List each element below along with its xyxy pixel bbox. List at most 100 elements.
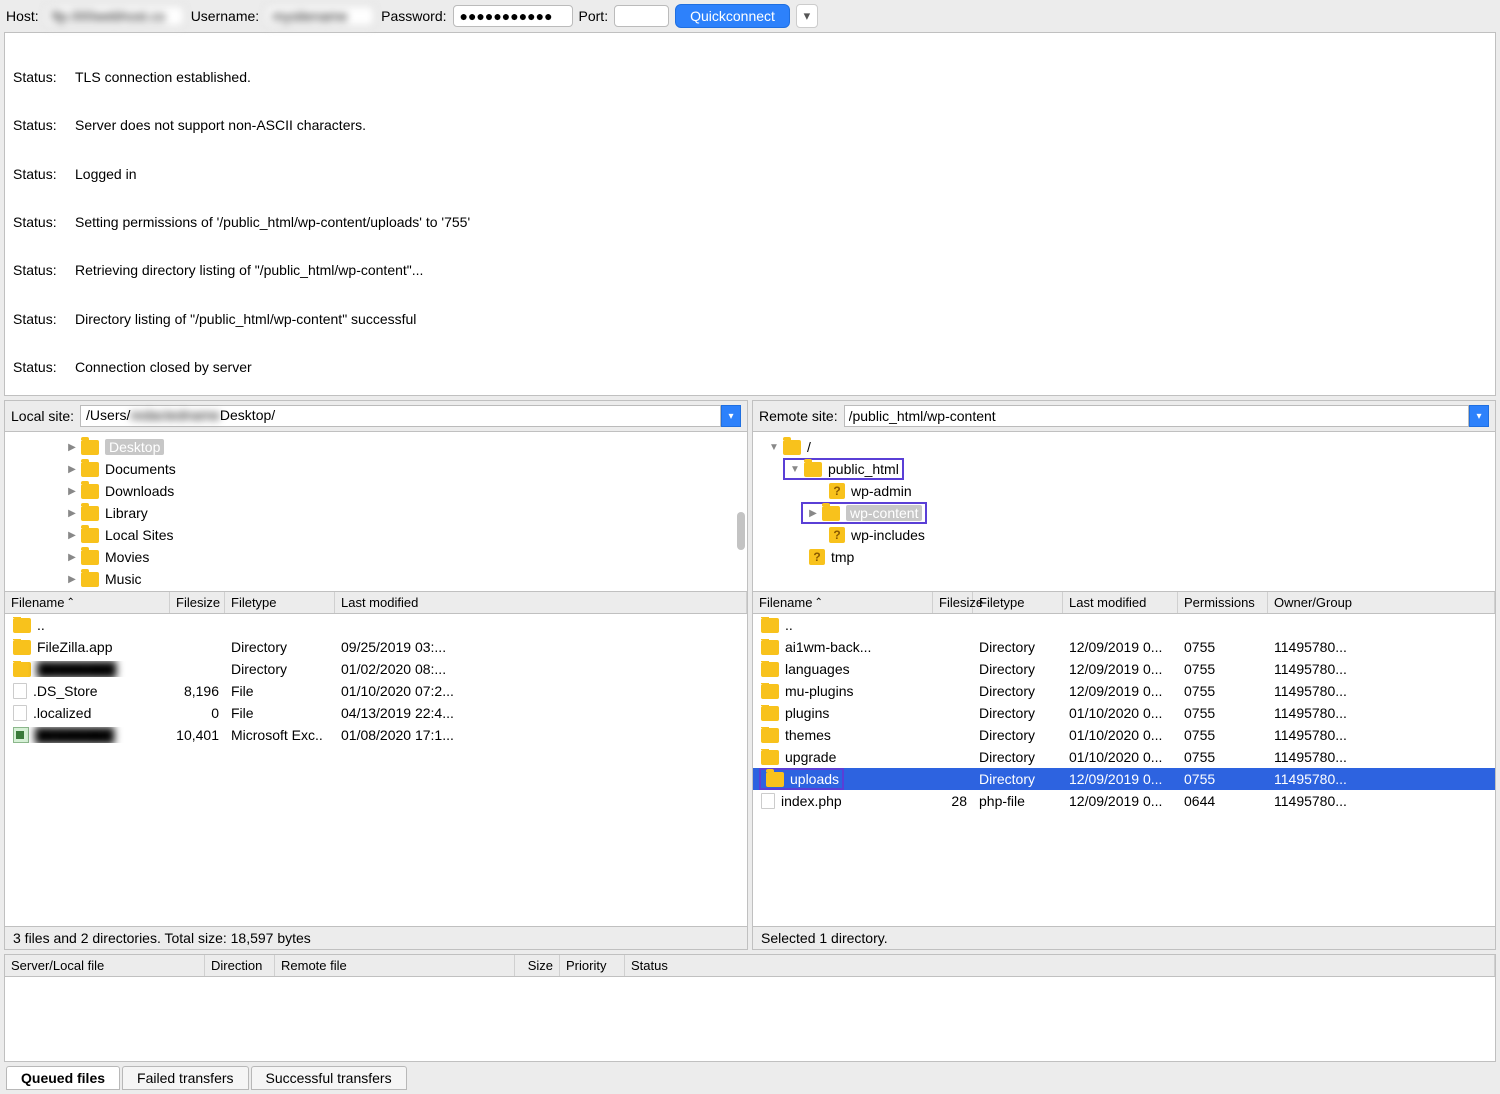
folder-icon xyxy=(761,728,779,743)
column-size[interactable]: Size xyxy=(515,955,560,976)
disclosure-triangle-icon[interactable]: ▶ xyxy=(65,552,79,563)
disclosure-triangle-icon[interactable]: ▶ xyxy=(65,530,79,541)
column-server-local-file[interactable]: Server/Local file xyxy=(5,955,205,976)
tab-failed-transfers[interactable]: Failed transfers xyxy=(122,1066,248,1090)
log-message: TLS connection established. xyxy=(75,69,251,85)
column-lastmodified[interactable]: Last modified xyxy=(335,592,747,613)
list-item[interactable]: ████████Directory01/02/2020 08:... xyxy=(5,658,747,680)
excel-file-icon xyxy=(13,727,29,743)
tree-item-downloads[interactable]: ▶Downloads xyxy=(5,480,747,502)
log-label: Status: xyxy=(13,359,75,375)
tab-successful-transfers[interactable]: Successful transfers xyxy=(251,1066,407,1090)
column-direction[interactable]: Direction xyxy=(205,955,275,976)
transfer-queue-pane[interactable]: Server/Local file Direction Remote file … xyxy=(4,954,1496,1062)
list-item[interactable]: languagesDirectory12/09/2019 0...0755114… xyxy=(753,658,1495,680)
disclosure-triangle-icon[interactable]: ▶ xyxy=(65,574,79,585)
tree-item-tmp[interactable]: ?tmp xyxy=(753,546,1495,568)
chevron-down-icon[interactable]: ▾ xyxy=(721,405,741,427)
list-item[interactable]: FileZilla.appDirectory09/25/2019 03:... xyxy=(5,636,747,658)
folder-icon xyxy=(81,528,99,543)
list-item[interactable]: uploadsDirectory12/09/2019 0...075511495… xyxy=(753,768,1495,790)
remote-site-label: Remote site: xyxy=(759,408,838,424)
column-filesize[interactable]: Filesize xyxy=(170,592,225,613)
list-item[interactable]: .DS_Store8,196File01/10/2020 07:2... xyxy=(5,680,747,702)
quickconnect-button[interactable]: Quickconnect xyxy=(675,4,790,28)
scrollbar-thumb[interactable] xyxy=(737,512,745,550)
local-file-list[interactable]: ..FileZilla.appDirectory09/25/2019 03:..… xyxy=(5,614,747,926)
disclosure-triangle-icon[interactable]: ▶ xyxy=(65,442,79,453)
message-log[interactable]: Status:TLS connection established. Statu… xyxy=(4,32,1496,396)
password-input[interactable] xyxy=(453,5,573,27)
transfer-tabs: Queued files Failed transfers Successful… xyxy=(0,1062,1500,1094)
file-icon xyxy=(13,683,27,699)
column-filetype[interactable]: Filetype xyxy=(225,592,335,613)
host-input[interactable] xyxy=(45,5,185,27)
tree-item-wp-admin[interactable]: ?wp-admin xyxy=(753,480,1495,502)
column-priority[interactable]: Priority xyxy=(560,955,625,976)
remote-path-combo[interactable]: ▾ xyxy=(844,405,1489,427)
log-label: Status: xyxy=(13,166,75,182)
tree-item-music[interactable]: ▶Music xyxy=(5,568,747,590)
list-item[interactable]: themesDirectory01/10/2020 0...0755114957… xyxy=(753,724,1495,746)
list-item[interactable]: .localized0File04/13/2019 22:4... xyxy=(5,702,747,724)
list-item[interactable]: .. xyxy=(753,614,1495,636)
disclosure-triangle-icon[interactable]: ▶ xyxy=(65,508,79,519)
column-status[interactable]: Status xyxy=(625,955,1495,976)
column-lastmodified[interactable]: Last modified xyxy=(1063,592,1178,613)
column-filename[interactable]: Filename⌃ xyxy=(753,592,933,613)
column-filetype[interactable]: Filetype xyxy=(973,592,1063,613)
disclosure-triangle-icon[interactable]: ▼ xyxy=(767,442,781,453)
list-item[interactable]: .. xyxy=(5,614,747,636)
tree-item-wp-includes[interactable]: ?wp-includes xyxy=(753,524,1495,546)
username-input[interactable] xyxy=(265,5,375,27)
disclosure-triangle-icon[interactable]: ▶ xyxy=(806,508,820,519)
folder-icon xyxy=(13,662,31,677)
disclosure-triangle-icon[interactable]: ▶ xyxy=(65,486,79,497)
log-message: Connection closed by server xyxy=(75,359,252,375)
folder-icon xyxy=(761,750,779,765)
username-label: Username: xyxy=(191,8,259,24)
tree-item-library[interactable]: ▶Library xyxy=(5,502,747,524)
local-path-input[interactable] xyxy=(80,405,721,427)
list-item[interactable]: ████████10,401Microsoft Exc..01/08/2020 … xyxy=(5,724,747,746)
folder-icon xyxy=(822,506,840,521)
log-label: Status: xyxy=(13,69,75,85)
column-filesize[interactable]: Filesize xyxy=(933,592,973,613)
port-input[interactable] xyxy=(614,5,669,27)
column-permissions[interactable]: Permissions xyxy=(1178,592,1268,613)
local-list-header: Filename⌃ Filesize Filetype Last modifie… xyxy=(5,592,747,614)
folder-icon xyxy=(81,572,99,587)
folder-icon xyxy=(81,462,99,477)
quickconnect-toolbar: Host: Username: Password: Port: Quickcon… xyxy=(0,0,1500,32)
disclosure-triangle-icon[interactable]: ▶ xyxy=(65,464,79,475)
port-label: Port: xyxy=(579,8,609,24)
local-path-combo[interactable]: /Users/redactednameDesktop/ ▾ xyxy=(80,405,741,427)
column-owner-group[interactable]: Owner/Group xyxy=(1268,592,1495,613)
remote-path-input[interactable] xyxy=(844,405,1469,427)
remote-tree[interactable]: ▼/ ▼public_html ?wp-admin ▶wp-content ?w… xyxy=(753,432,1495,592)
list-item[interactable]: mu-pluginsDirectory12/09/2019 0...075511… xyxy=(753,680,1495,702)
tree-item-localsites[interactable]: ▶Local Sites xyxy=(5,524,747,546)
tree-item-public-html[interactable]: ▼public_html xyxy=(753,458,1495,480)
remote-pane: Remote site: ▾ ▼/ ▼public_html ?wp-admin… xyxy=(752,400,1496,950)
list-item[interactable]: pluginsDirectory01/10/2020 0...075511495… xyxy=(753,702,1495,724)
chevron-down-icon: ▾ xyxy=(804,8,811,24)
log-message: Directory listing of "/public_html/wp-co… xyxy=(75,311,416,327)
quickconnect-history-dropdown[interactable]: ▾ xyxy=(796,4,818,28)
tree-item-desktop[interactable]: ▶Desktop xyxy=(5,436,747,458)
remote-file-list[interactable]: ..ai1wm-back...Directory12/09/2019 0...0… xyxy=(753,614,1495,926)
list-item[interactable]: upgradeDirectory01/10/2020 0...075511495… xyxy=(753,746,1495,768)
local-tree[interactable]: ▶Desktop ▶Documents ▶Downloads ▶Library … xyxy=(5,432,747,592)
column-remote-file[interactable]: Remote file xyxy=(275,955,515,976)
tree-item-documents[interactable]: ▶Documents xyxy=(5,458,747,480)
file-icon xyxy=(761,793,775,809)
tree-item-root[interactable]: ▼/ xyxy=(753,436,1495,458)
column-filename[interactable]: Filename⌃ xyxy=(5,592,170,613)
tree-item-wp-content[interactable]: ▶wp-content xyxy=(753,502,1495,524)
list-item[interactable]: index.php28php-file12/09/2019 0...064411… xyxy=(753,790,1495,812)
chevron-down-icon[interactable]: ▾ xyxy=(1469,405,1489,427)
tab-queued-files[interactable]: Queued files xyxy=(6,1066,120,1090)
list-item[interactable]: ai1wm-back...Directory12/09/2019 0...075… xyxy=(753,636,1495,658)
tree-item-movies[interactable]: ▶Movies xyxy=(5,546,747,568)
disclosure-triangle-icon[interactable]: ▼ xyxy=(788,464,802,475)
